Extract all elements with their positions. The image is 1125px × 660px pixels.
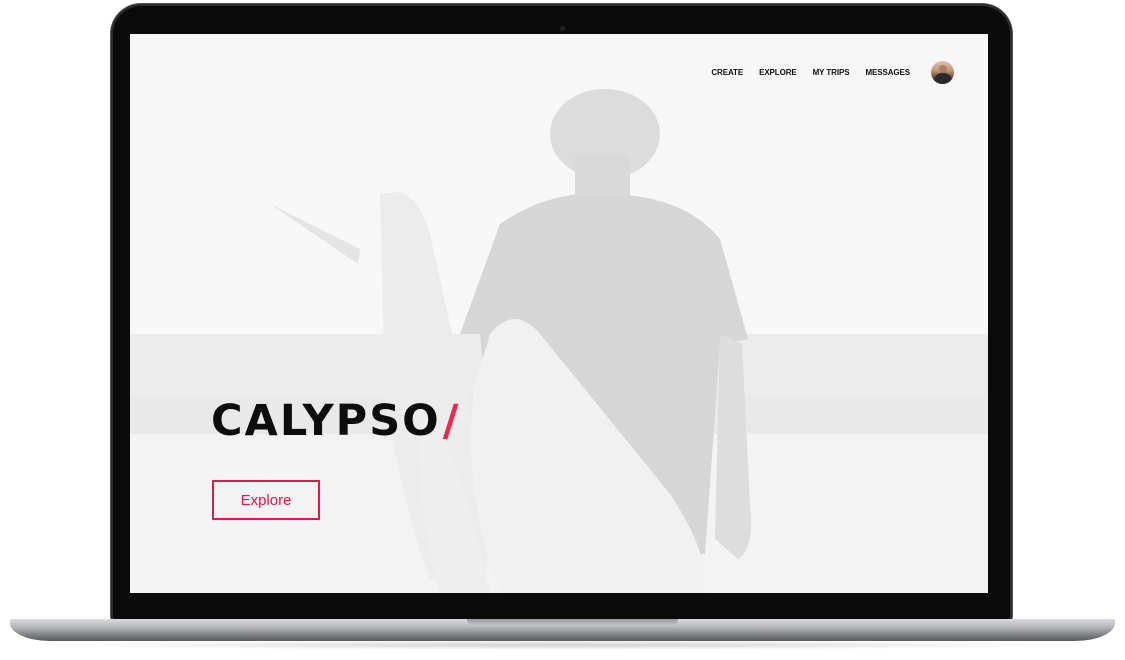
laptop-base: [10, 619, 1115, 641]
nav-link-create[interactable]: CREATE: [711, 68, 743, 77]
top-navigation: CREATE EXPLORE MY TRIPS MESSAGES: [711, 61, 954, 84]
laptop-shadow: [50, 640, 1075, 650]
explore-button[interactable]: Explore: [212, 480, 320, 520]
brand-slash: /: [442, 396, 461, 446]
screen-bezel-bottom: [130, 593, 988, 619]
brand-title: CALYPSO/: [211, 400, 460, 443]
app-screen: CREATE EXPLORE MY TRIPS MESSAGES CALYPSO…: [130, 34, 988, 593]
user-avatar[interactable]: [931, 61, 954, 84]
laptop-base-notch: [467, 619, 678, 626]
nav-link-messages[interactable]: MESSAGES: [865, 68, 910, 77]
avatar-head: [939, 65, 947, 73]
webcam: [560, 26, 565, 31]
nav-link-explore[interactable]: EXPLORE: [759, 68, 797, 77]
brand-name: CALYPSO: [211, 396, 441, 446]
avatar-body: [934, 73, 952, 84]
nav-link-my-trips[interactable]: MY TRIPS: [813, 68, 850, 77]
